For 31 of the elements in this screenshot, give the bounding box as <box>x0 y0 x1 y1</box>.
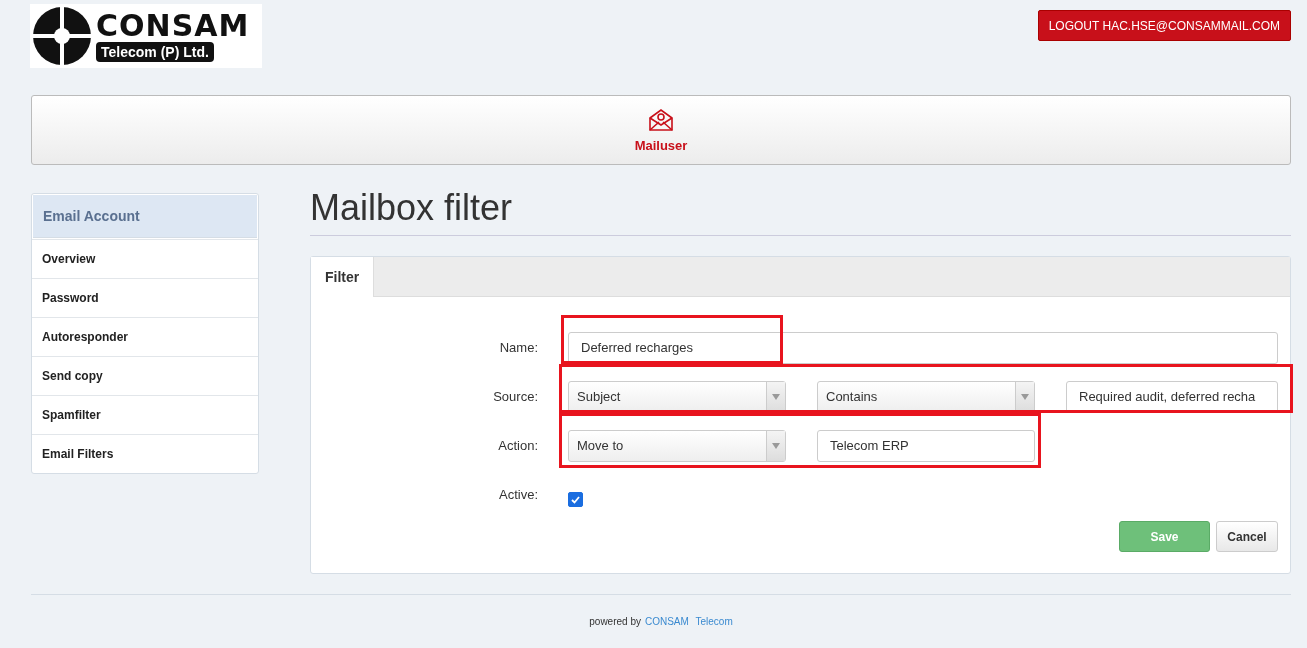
field-label: Action: <box>497 438 538 453</box>
caret-icon <box>1015 381 1034 412</box>
check-icon <box>571 495 580 504</box>
footer-text: powered by <box>589 616 641 627</box>
logo-title: CONSAM <box>96 10 250 42</box>
field-label: Active: <box>498 487 538 502</box>
tab[interactable]: Filter <box>311 257 375 297</box>
field-label: Source: <box>492 389 538 404</box>
envelope-icon <box>649 108 673 131</box>
sidebar-item[interactable]: Email Filters <box>32 434 258 473</box>
sidebar-item[interactable]: Overview <box>32 239 258 278</box>
logout-button[interactable]: LOGOUT HAC.HSE@CONSAMMAIL.COM <box>1037 10 1291 41</box>
active-checkbox[interactable] <box>568 492 583 507</box>
name-input[interactable]: Deferred recharges <box>568 331 1278 364</box>
nav-item[interactable]: Mailuser <box>634 107 688 153</box>
cancel-button[interactable]: Cancel <box>1216 521 1278 552</box>
sidebar-item[interactable]: Password <box>32 278 258 317</box>
source-field-select[interactable]: Subject <box>568 380 786 413</box>
source-value-input[interactable]: Required audit, deferred recha <box>1066 380 1278 413</box>
folder-input[interactable]: Telecom ERP <box>817 429 1035 462</box>
field-label: Name: <box>498 340 538 355</box>
caret-icon <box>766 430 785 461</box>
page-title: Mailbox filter <box>310 189 1291 236</box>
action-select[interactable]: Move to <box>568 429 786 462</box>
sidebar-header: Email Account <box>33 195 257 238</box>
sidebar-item[interactable]: Send copy <box>32 356 258 395</box>
operator-select[interactable]: Contains <box>817 380 1035 413</box>
sidebar-item[interactable]: Spamfilter <box>32 395 258 434</box>
logo-subtitle: Telecom (P) Ltd. <box>96 42 214 62</box>
sidebar-item[interactable]: Autoresponder <box>32 317 258 356</box>
caret-icon <box>766 381 785 412</box>
